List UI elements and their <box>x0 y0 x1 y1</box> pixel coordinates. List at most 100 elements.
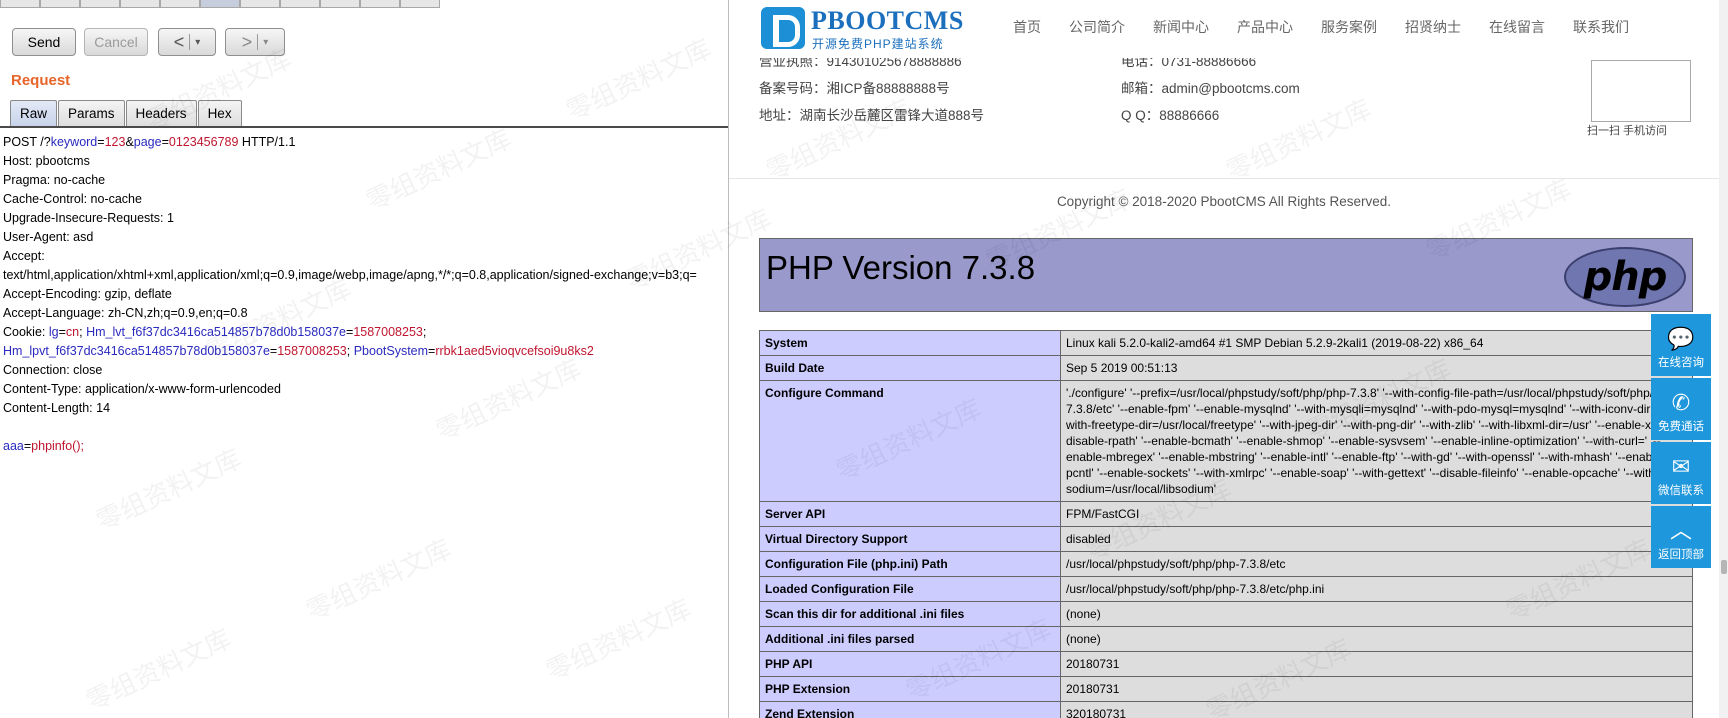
phpinfo-key: System <box>759 330 1061 356</box>
phpinfo-key: Additional .ini files parsed <box>759 626 1061 652</box>
phpinfo-key: Build Date <box>759 355 1061 381</box>
scrollbar-thumb[interactable] <box>1721 560 1727 574</box>
header-line: Upgrade-Insecure-Requests: 1 <box>3 211 174 225</box>
back-button[interactable]: < ▾ <box>158 28 216 56</box>
tab-headers[interactable]: Headers <box>125 100 197 126</box>
online-consult-button[interactable]: 💬 在线咨询 <box>1651 314 1711 376</box>
cancel-button[interactable]: Cancel <box>84 28 148 56</box>
phpinfo-value: 20180731 <box>1060 651 1693 677</box>
repeater-tab[interactable] <box>360 0 400 8</box>
nav-item-contact[interactable]: 联系我们 <box>1561 13 1641 41</box>
side-button-label: 在线咨询 <box>1658 357 1704 369</box>
phpinfo-row: Build Date Sep 5 2019 00:51:13 <box>759 355 1693 381</box>
nav-item-about[interactable]: 公司简介 <box>1057 13 1137 41</box>
icp-text: 备案号码：湘ICP备88888888号 <box>759 81 950 96</box>
phpinfo-value: FPM/FastCGI <box>1060 501 1693 527</box>
phpinfo-value: disabled <box>1060 526 1693 552</box>
chevron-down-icon[interactable]: ▾ <box>263 37 268 48</box>
copyright-text: Copyright © 2018-2020 PbootCMS All Right… <box>1056 194 1392 209</box>
chevron-right-icon: > <box>241 31 253 52</box>
phpinfo-row: Zend Extension 320180731 <box>759 701 1693 718</box>
phpinfo-key: Zend Extension <box>759 701 1061 718</box>
site-footer-info: 营业执照：914301025678888886 电话：0731-88886666… <box>759 50 1689 170</box>
free-call-button[interactable]: ✆ 免费通话 <box>1651 378 1711 440</box>
phpinfo-row: Virtual Directory Support disabled <box>759 526 1693 552</box>
divider <box>189 34 191 50</box>
repeater-tab[interactable] <box>120 0 160 8</box>
php-logo-text: php <box>1583 254 1668 300</box>
nav-item-products[interactable]: 产品中心 <box>1225 13 1305 41</box>
repeater-tab[interactable] <box>280 0 320 8</box>
phpinfo-value: 20180731 <box>1060 676 1693 702</box>
logo-subtitle: 开源免费PHP建站系统 <box>812 37 944 51</box>
nav-item-jobs[interactable]: 招贤纳士 <box>1393 13 1473 41</box>
phpinfo-table: System Linux kali 5.2.0-kali2-amd64 #1 SM… <box>759 330 1693 718</box>
request-view-tabs: Raw Params Headers Hex <box>10 100 243 126</box>
header-line: Cache-Control: no-cache <box>3 192 142 206</box>
main-nav: 首页 公司简介 新闻中心 产品中心 服务案例 招贤纳士 在线留言 联系我们 <box>1001 13 1645 41</box>
side-button-label: 免费通话 <box>1658 421 1704 433</box>
repeater-tab[interactable] <box>160 0 200 8</box>
repeater-tab[interactable] <box>40 0 80 8</box>
header-line: Content-Type: application/x-www-form-url… <box>3 382 281 396</box>
repeater-tab[interactable] <box>240 0 280 8</box>
phpinfo-row: Loaded Configuration File/usr/local/phps… <box>759 576 1693 602</box>
send-button[interactable]: Send <box>12 28 76 56</box>
logo-title[interactable]: PBOOTCMS <box>811 6 964 36</box>
side-button-label: 微信联系 <box>1658 485 1704 497</box>
qq-text: Q Q：88886666 <box>1121 108 1220 123</box>
header-line: Content-Length: 14 <box>3 401 111 415</box>
tab-params[interactable]: Params <box>58 100 125 126</box>
repeater-tab[interactable] <box>0 0 40 8</box>
cookie-line: Cookie: lg=cn; Hm_lvt_f6f37dc3416ca51485… <box>3 325 427 339</box>
phpinfo-row: Additional .ini files parsed (none) <box>759 626 1693 652</box>
phpinfo-row: Scan this dir for additional .ini files(… <box>759 601 1693 627</box>
qr-code-image <box>1591 60 1691 122</box>
repeater-tab[interactable] <box>320 0 360 8</box>
raw-request-editor[interactable]: POST /?keyword=123&page=0123456789 HTTP/… <box>3 133 728 456</box>
phpinfo-key: PHP API <box>759 651 1061 677</box>
header-line: Connection: close <box>3 363 103 377</box>
phone-icon: ✆ <box>1671 390 1691 415</box>
nav-item-news[interactable]: 新闻中心 <box>1141 13 1221 41</box>
phpinfo-row: Server API FPM/FastCGI <box>759 501 1693 527</box>
repeater-tab-strip <box>0 0 728 8</box>
pbootcms-logo-icon[interactable] <box>761 7 805 49</box>
php-version-title: PHP Version 7.3.8 <box>766 249 1036 286</box>
chevron-left-icon: < <box>173 31 185 52</box>
repeater-tab[interactable] <box>80 0 120 8</box>
page-scrollbar[interactable] <box>1719 0 1728 718</box>
forward-button[interactable]: > ▾ <box>225 28 285 56</box>
nav-item-home[interactable]: 首页 <box>1001 13 1053 41</box>
divider <box>729 178 1728 179</box>
phpinfo-value: /usr/local/phpstudy/soft/php/php-7.3.8/e… <box>1060 551 1693 577</box>
phpinfo-row: Configuration File (php.ini) Path/usr/lo… <box>759 551 1693 577</box>
phpinfo-key: Scan this dir for additional .ini files <box>759 601 1061 627</box>
phpinfo-row: PHP Extension 20180731 <box>759 676 1693 702</box>
phpinfo-key: Server API <box>759 501 1061 527</box>
phpinfo-key: Virtual Directory Support <box>759 526 1061 552</box>
repeater-tab-active[interactable] <box>200 0 240 8</box>
repeater-tab[interactable] <box>400 0 440 8</box>
nav-item-message[interactable]: 在线留言 <box>1477 13 1557 41</box>
tab-hex[interactable]: Hex <box>197 100 242 126</box>
side-button-label: 返回顶部 <box>1658 549 1704 561</box>
qr-label: 扫一扫 手机访问 <box>1587 125 1668 137</box>
divider <box>257 34 259 50</box>
browser-viewport: 营业执照：914301025678888886 电话：0731-88886666… <box>728 0 1728 718</box>
back-to-top-button[interactable]: ︿ 返回顶部 <box>1651 506 1711 568</box>
tab-raw[interactable]: Raw <box>10 100 58 126</box>
phpinfo-header: PHP Version 7.3.8 php <box>759 238 1693 312</box>
wechat-contact-button[interactable]: ✉ 微信联系 <box>1651 442 1711 504</box>
phpinfo-value: 320180731 <box>1060 701 1693 718</box>
chat-icon: 💬 <box>1667 326 1695 351</box>
php-logo-icon[interactable]: php <box>1564 247 1686 307</box>
nav-item-cases[interactable]: 服务案例 <box>1309 13 1389 41</box>
phpinfo-key: Configure Command <box>759 380 1061 502</box>
burp-repeater-panel: Send Cancel < ▾ > ▾ Request Raw Params H… <box>0 0 728 718</box>
phpinfo-value: /usr/local/phpstudy/soft/php/php-7.3.8/e… <box>1060 576 1693 602</box>
chevron-down-icon[interactable]: ▾ <box>195 37 200 48</box>
wechat-icon: ✉ <box>1671 454 1691 479</box>
cookie-line: Hm_lpvt_f6f37dc3416ca514857b78d0b158037e… <box>3 344 594 358</box>
